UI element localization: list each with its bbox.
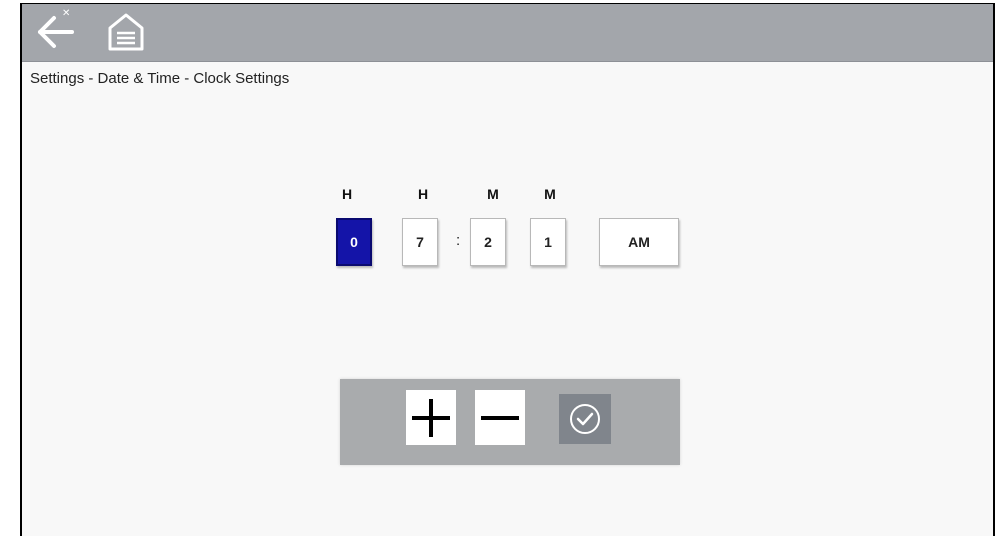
close-mark-icon: ✕ — [62, 8, 71, 19]
home-button[interactable] — [105, 11, 147, 53]
hour-ones-digit[interactable]: 7 — [402, 218, 438, 266]
plus-icon — [412, 398, 450, 437]
hour-ones-header: H — [417, 186, 429, 202]
am-pm-toggle[interactable]: AM — [599, 218, 679, 266]
confirm-button[interactable] — [559, 394, 611, 444]
top-toolbar: ✕ — [22, 4, 993, 62]
increase-button[interactable] — [406, 390, 456, 445]
home-icon — [108, 13, 144, 51]
hour-tens-header: H — [341, 186, 353, 202]
app-screen: ✕ Settings - Date & Time - Clock Setting… — [20, 3, 995, 536]
minus-icon — [481, 415, 519, 420]
minute-ones-digit[interactable]: 1 — [530, 218, 566, 266]
adjust-control-panel — [340, 379, 680, 465]
hour-tens-digit[interactable]: 0 — [336, 218, 372, 266]
time-separator: : — [456, 232, 461, 249]
minute-tens-digit[interactable]: 2 — [470, 218, 506, 266]
decrease-button[interactable] — [475, 390, 525, 445]
breadcrumb: Settings - Date & Time - Clock Settings — [30, 70, 290, 87]
checkmark-icon — [570, 404, 600, 434]
back-arrow-icon — [38, 16, 74, 48]
minute-tens-header: M — [487, 186, 499, 202]
minute-ones-header: M — [544, 186, 556, 202]
back-button[interactable]: ✕ — [34, 8, 78, 54]
